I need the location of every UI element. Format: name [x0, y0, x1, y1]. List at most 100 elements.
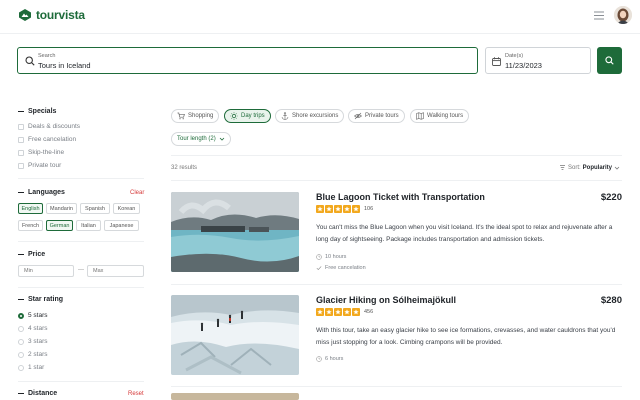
tour-cancelation: Free cancelation: [316, 265, 366, 271]
radio-button[interactable]: [18, 325, 24, 332]
radio-button[interactable]: [18, 312, 24, 319]
tour-description: You can't miss the Blue Lagoon when you …: [316, 224, 613, 243]
radio-label: 4 stars: [28, 325, 48, 332]
language-japanese[interactable]: Japanese: [104, 220, 139, 231]
radio-button[interactable]: [18, 364, 24, 371]
star-rating: 106: [316, 205, 373, 213]
star-icon: [343, 205, 351, 213]
tour-image-glacier-hiking[interactable]: [171, 295, 299, 375]
language-italian[interactable]: Italian: [76, 220, 101, 231]
price-title: Price: [28, 251, 46, 258]
checkbox-label: Free cancelation: [28, 136, 77, 143]
category-chip-walking-tours[interactable]: Walking tours: [410, 109, 470, 123]
language-german[interactable]: German: [46, 220, 73, 231]
radio-5-stars[interactable]: 5 stars: [18, 312, 48, 319]
tour-duration: 10 hours: [316, 254, 346, 260]
tour-title[interactable]: Blue Lagoon Ticket with Transportation: [316, 192, 485, 202]
date-field[interactable]: Date(s) 11/23/2023: [485, 47, 591, 74]
search-label: Search: [38, 53, 56, 59]
date-value: 11/23/2023: [505, 61, 542, 70]
radio-1-star[interactable]: 1 star: [18, 364, 44, 371]
sidebar-divider: [18, 287, 144, 288]
languages-title: Languages: [28, 189, 65, 196]
price-max-input[interactable]: [87, 265, 144, 277]
avatar[interactable]: [614, 6, 632, 24]
distance-reset-link[interactable]: Reset: [128, 391, 144, 397]
tour-price: $280: [600, 295, 622, 306]
category-chip-day-trips[interactable]: Day trips: [224, 109, 271, 123]
checkbox-deals[interactable]: Deals & discounts: [18, 123, 80, 130]
search-button[interactable]: [597, 47, 622, 74]
brand-logo[interactable]: tourvista: [18, 8, 85, 22]
checkbox-free-cancelation[interactable]: Free cancelation: [18, 136, 76, 143]
checkbox-private-tour[interactable]: Private tour: [18, 162, 61, 169]
price-heading[interactable]: Price: [18, 251, 45, 258]
search-icon: [605, 56, 614, 65]
results-divider: [171, 180, 622, 181]
checkbox-label: Deals & discounts: [28, 123, 81, 130]
category-chip-private-tours[interactable]: Private tours: [348, 109, 405, 123]
duration-text: 6 hours: [325, 356, 344, 362]
language-korean[interactable]: Korean: [113, 203, 140, 214]
search-input[interactable]: [38, 61, 458, 70]
price-min-input[interactable]: [18, 265, 74, 277]
chevron-down-icon: [614, 166, 620, 170]
map-icon: [416, 112, 424, 120]
distance-heading[interactable]: Distance: [18, 390, 57, 397]
radio-3-stars[interactable]: 3 stars: [18, 338, 48, 345]
radio-button[interactable]: [18, 351, 24, 358]
sort-label: Sort:: [568, 164, 581, 171]
star-icon: [334, 205, 342, 213]
language-mandarin[interactable]: Mandarin: [46, 203, 77, 214]
language-english[interactable]: English: [18, 203, 43, 214]
radio-2-stars[interactable]: 2 stars: [18, 351, 48, 358]
cancelation-text: Free cancelation: [325, 265, 366, 271]
header-divider: [0, 33, 640, 34]
checkbox-box[interactable]: [18, 162, 24, 169]
collapse-icon: [18, 111, 24, 112]
category-chip-shopping[interactable]: Shopping: [171, 109, 220, 123]
date-label: Date(s): [505, 53, 524, 59]
radio-label: 2 stars: [28, 351, 48, 358]
star-icon: [334, 308, 342, 316]
tour-length-dropdown[interactable]: Tour length (2): [171, 132, 231, 146]
sidebar-divider: [18, 381, 144, 382]
language-french[interactable]: French: [18, 220, 43, 231]
radio-label: 1 star: [28, 364, 45, 371]
checkbox-label: Skip-the-line: [28, 149, 65, 156]
brand-name: tourvista: [36, 8, 85, 22]
tour-length-label: Tour length (2): [177, 136, 216, 142]
checkbox-box[interactable]: [18, 123, 24, 130]
sort-dropdown[interactable]: Sort: Popularity: [559, 164, 620, 171]
chip-label: Day trips: [241, 113, 265, 119]
specials-heading[interactable]: Specials: [18, 108, 56, 115]
clock-icon: [316, 356, 322, 362]
checkbox-box[interactable]: [18, 136, 24, 143]
checkbox-skip-the-line[interactable]: Skip-the-line: [18, 149, 64, 156]
star-rating-heading[interactable]: Star rating: [18, 296, 63, 303]
radio-label: 5 stars: [28, 312, 48, 319]
specials-title: Specials: [28, 108, 57, 115]
search-field[interactable]: Search: [17, 47, 478, 74]
languages-heading[interactable]: Languages: [18, 189, 65, 196]
menu-icon[interactable]: [594, 11, 604, 20]
tour-title[interactable]: Glacier Hiking on Sólheimajökull: [316, 295, 456, 305]
languages-clear-link[interactable]: Clear: [130, 190, 144, 196]
language-spanish[interactable]: Spanish: [80, 203, 110, 214]
card-divider: [171, 284, 622, 285]
star-rating: 456: [316, 308, 373, 316]
star-icon: [325, 308, 333, 316]
chips-divider: [171, 155, 622, 156]
checkbox-box[interactable]: [18, 149, 24, 156]
radio-4-stars[interactable]: 4 stars: [18, 325, 48, 332]
collapse-icon: [18, 393, 24, 394]
category-chip-shore-excursions[interactable]: Shore excursions: [275, 109, 345, 123]
tour-duration: 6 hours: [316, 356, 343, 362]
glacier-hiking-photo: [171, 295, 299, 375]
logo-mark-icon: [19, 9, 31, 21]
tour-image-partial[interactable]: [171, 393, 299, 400]
radio-button[interactable]: [18, 338, 24, 345]
tour-image-blue-lagoon[interactable]: [171, 192, 299, 272]
sort-value: Popularity: [582, 164, 613, 171]
checkbox-label: Private tour: [28, 162, 62, 169]
